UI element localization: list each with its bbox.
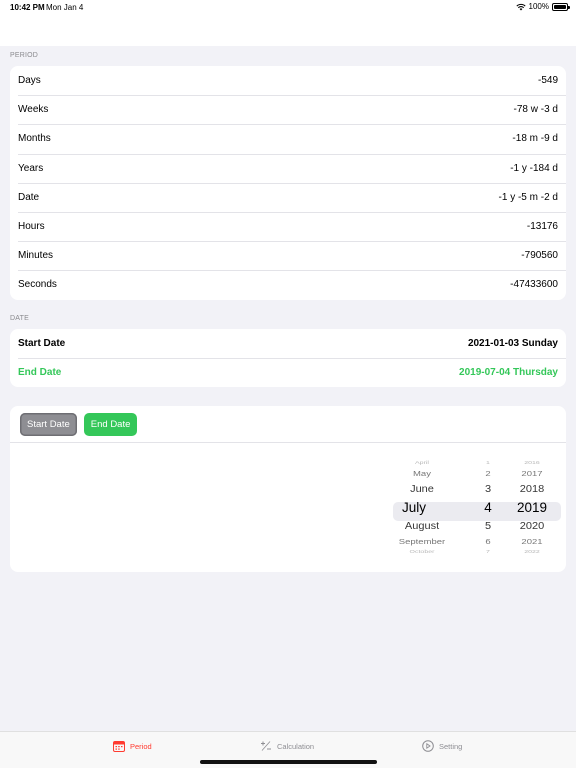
- row-label: Date: [18, 191, 40, 203]
- row-value: -549: [537, 75, 558, 87]
- end-date-button[interactable]: End Date: [83, 412, 138, 436]
- tab-setting[interactable]: Setting: [422, 740, 462, 752]
- wheel-year: 2021: [521, 537, 543, 547]
- end-date-row[interactable]: End Date 2019-07-04 Thursday: [10, 358, 566, 387]
- wheel-year: 2017: [521, 469, 543, 479]
- status-indicators: 100%: [515, 2, 570, 11]
- wheel-day: 2: [485, 469, 491, 479]
- date-wheel-picker[interactable]: April 1 2016 May 2 2017 June 3 2018 July 4 2019 Augu…: [382, 458, 566, 558]
- row-value: -790560: [521, 250, 558, 262]
- wheel-year: 2022: [524, 549, 540, 554]
- row-label: Minutes: [18, 250, 54, 262]
- wheel-year: 2019: [516, 500, 548, 515]
- wheel-row[interactable]: September 6 2021: [382, 537, 566, 548]
- date-card: Start Date 2021-01-03 Sunday End Date 2019…: [10, 329, 566, 388]
- wheel-day: 3: [484, 483, 492, 495]
- wheel-row[interactable]: August 5 2020: [382, 520, 566, 533]
- tab-calculation-label: Calculation: [277, 741, 315, 751]
- battery-icon: [552, 2, 570, 11]
- date-picker-card: Start Date End Date April 1 2016 May 2 2017 Ju…: [10, 406, 566, 572]
- start-date-value: 2021-01-03 Sunday: [467, 338, 558, 350]
- tab-period[interactable]: Period: [113, 740, 152, 752]
- row-label: Years: [18, 162, 44, 174]
- plus-minus-icon: [261, 741, 271, 751]
- wheel-day: 6: [485, 537, 491, 547]
- status-date: Mon Jan 4: [46, 3, 84, 12]
- status-time: 10:42 PM: [10, 3, 45, 12]
- row-value: -1 y -5 m -2 d: [498, 191, 558, 203]
- wheel-year: 2018: [519, 483, 545, 495]
- tab-calculation[interactable]: Calculation: [260, 740, 314, 752]
- calendar-icon: [113, 741, 125, 752]
- date-selector-bar: Start Date End Date: [10, 406, 566, 443]
- period-row-minutes: Minutes -790560: [10, 241, 566, 270]
- period-row-date: Date -1 y -5 m -2 d: [10, 182, 566, 212]
- tab-setting-label: Setting: [439, 741, 463, 751]
- wheel-row[interactable]: October 7 2022: [382, 550, 566, 558]
- wheel-day: 4: [484, 500, 492, 515]
- row-value: -47433600: [510, 279, 558, 291]
- wheel-row[interactable]: June 3 2018: [382, 483, 566, 496]
- wheel-year: 2020: [519, 520, 545, 532]
- play-circle-icon: [422, 740, 434, 752]
- status-bar: 10:42 PM Mon Jan 4 100%: [0, 0, 576, 46]
- wheel-row[interactable]: May 2 2017: [382, 469, 566, 480]
- start-date-label: Start Date: [18, 338, 66, 350]
- wheel-day: 5: [484, 520, 492, 532]
- row-label: Months: [18, 133, 51, 145]
- date-section-header: DATE: [10, 315, 29, 322]
- row-value: -1 y -184 d: [510, 162, 558, 174]
- row-value: -18 m -9 d: [512, 133, 558, 145]
- wifi-icon: [515, 3, 526, 10]
- wheel-month: April: [414, 460, 429, 465]
- row-label: Hours: [18, 221, 45, 233]
- period-row-years: Years -1 y -184 d: [10, 153, 566, 183]
- wheel-month: September: [398, 537, 446, 547]
- wheel-selected-row[interactable]: July 4 2019: [382, 500, 566, 515]
- wheel-year: 2016: [524, 460, 540, 465]
- wheel-month: August: [404, 520, 440, 532]
- period-row-seconds: Seconds -47433600: [10, 270, 566, 299]
- wheel-day: 1: [486, 460, 490, 465]
- start-date-row[interactable]: Start Date 2021-01-03 Sunday: [10, 329, 566, 358]
- row-label: Weeks: [18, 104, 49, 116]
- wheel-month: October: [409, 549, 435, 554]
- row-label: Days: [18, 75, 41, 87]
- battery-percent: 100%: [528, 2, 549, 11]
- tab-period-label: Period: [130, 741, 152, 751]
- wheel-day: 7: [486, 549, 490, 554]
- start-date-button[interactable]: Start Date: [20, 412, 77, 436]
- period-row-days: Days -549: [10, 66, 566, 95]
- wheel-month: May: [413, 469, 431, 479]
- wheel-month: June: [410, 483, 434, 495]
- row-value: -78 w -3 d: [513, 104, 558, 116]
- wheel-month: July: [402, 500, 427, 515]
- end-date-value: 2019-07-04 Thursday: [459, 367, 558, 379]
- period-row-months: Months -18 m -9 d: [10, 124, 566, 153]
- row-value: -13176: [526, 221, 558, 233]
- period-card: Days -549 Weeks -78 w -3 d Months -18 m -9 …: [10, 66, 566, 300]
- period-section-header: PERIOD: [10, 52, 39, 59]
- row-label: Seconds: [18, 279, 57, 291]
- period-row-weeks: Weeks -78 w -3 d: [10, 95, 566, 124]
- wheel-row[interactable]: April 1 2016: [382, 461, 566, 469]
- period-row-hours: Hours -13176: [10, 211, 566, 241]
- home-indicator: [200, 760, 377, 764]
- end-date-label: End Date: [18, 367, 62, 379]
